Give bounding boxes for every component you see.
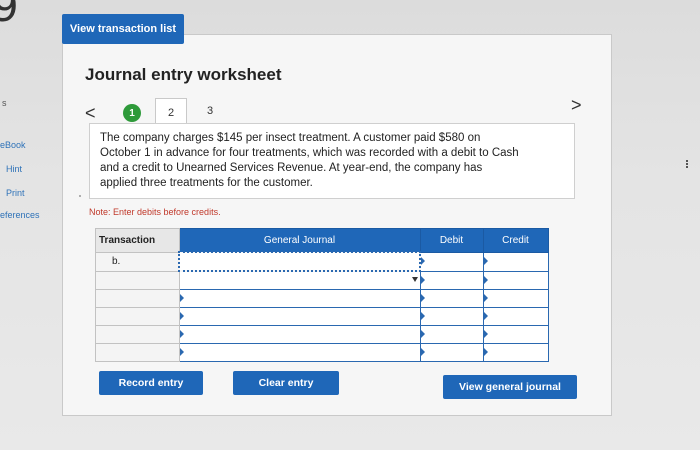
ebook-link[interactable]: eBook <box>0 140 26 150</box>
debit-input[interactable] <box>419 289 484 308</box>
transaction-cell: b. <box>95 251 180 272</box>
view-transaction-list-button[interactable]: View transaction list <box>62 14 184 44</box>
header-transaction: Transaction <box>95 228 180 253</box>
transaction-cell <box>95 343 180 362</box>
table-row <box>95 343 549 362</box>
credit-input[interactable] <box>482 251 549 272</box>
account-select[interactable] <box>178 325 421 344</box>
header-credit: Credit <box>482 228 549 253</box>
journal-table: Transaction General Journal Debit Credit… <box>95 228 549 362</box>
transaction-cell <box>95 325 180 344</box>
chevron-down-icon[interactable] <box>411 277 418 282</box>
bullet-dot <box>79 195 81 197</box>
worksheet-panel: Journal entry worksheet < 1 2 3 > The co… <box>62 34 612 416</box>
left-sidebar-fragment: 9 s eBook Hint Print eferences <box>0 0 60 450</box>
table-row <box>95 307 549 326</box>
worksheet-title: Journal entry worksheet <box>85 65 282 84</box>
step-1-badge[interactable]: 1 <box>123 104 141 122</box>
more-options-icon[interactable] <box>686 160 690 168</box>
transaction-cell <box>95 307 180 326</box>
header-debit: Debit <box>419 228 484 253</box>
transaction-cell <box>95 289 180 308</box>
credit-input[interactable] <box>482 270 549 290</box>
credit-input[interactable] <box>482 343 549 362</box>
credit-input[interactable] <box>482 289 549 308</box>
debit-input[interactable] <box>419 343 484 362</box>
sidebar-letter: s <box>2 98 7 108</box>
record-entry-button[interactable]: Record entry <box>99 371 203 395</box>
table-row <box>95 289 549 308</box>
chevron-left-icon[interactable]: < <box>85 103 96 124</box>
hint-link[interactable]: Hint <box>6 164 22 174</box>
references-link[interactable]: eferences <box>0 210 40 220</box>
prompt-text: The company charges $145 per insect trea… <box>100 132 519 189</box>
debit-input[interactable] <box>419 251 484 272</box>
view-general-journal-button[interactable]: View general journal <box>443 375 577 399</box>
table-row: b. <box>95 251 549 272</box>
account-select[interactable] <box>178 307 421 326</box>
question-number: 9 <box>0 0 19 31</box>
debit-input[interactable] <box>419 307 484 326</box>
table-row <box>95 270 549 290</box>
credit-input[interactable] <box>482 325 549 344</box>
debit-input[interactable] <box>419 270 484 290</box>
account-select[interactable] <box>178 270 421 290</box>
step-3-tab[interactable]: 3 <box>207 105 213 117</box>
transaction-cell <box>95 270 180 290</box>
account-select[interactable] <box>178 343 421 362</box>
prompt-box: The company charges $145 per insect trea… <box>89 123 575 199</box>
clear-entry-button[interactable]: Clear entry <box>233 371 339 395</box>
account-select[interactable] <box>178 289 421 308</box>
account-select[interactable] <box>178 251 421 272</box>
table-row <box>95 325 549 344</box>
print-link[interactable]: Print <box>6 188 25 198</box>
header-general-journal: General Journal <box>178 228 421 253</box>
instruction-note: Note: Enter debits before credits. <box>89 207 221 217</box>
chevron-right-icon[interactable]: > <box>571 95 582 116</box>
credit-input[interactable] <box>482 307 549 326</box>
debit-input[interactable] <box>419 325 484 344</box>
